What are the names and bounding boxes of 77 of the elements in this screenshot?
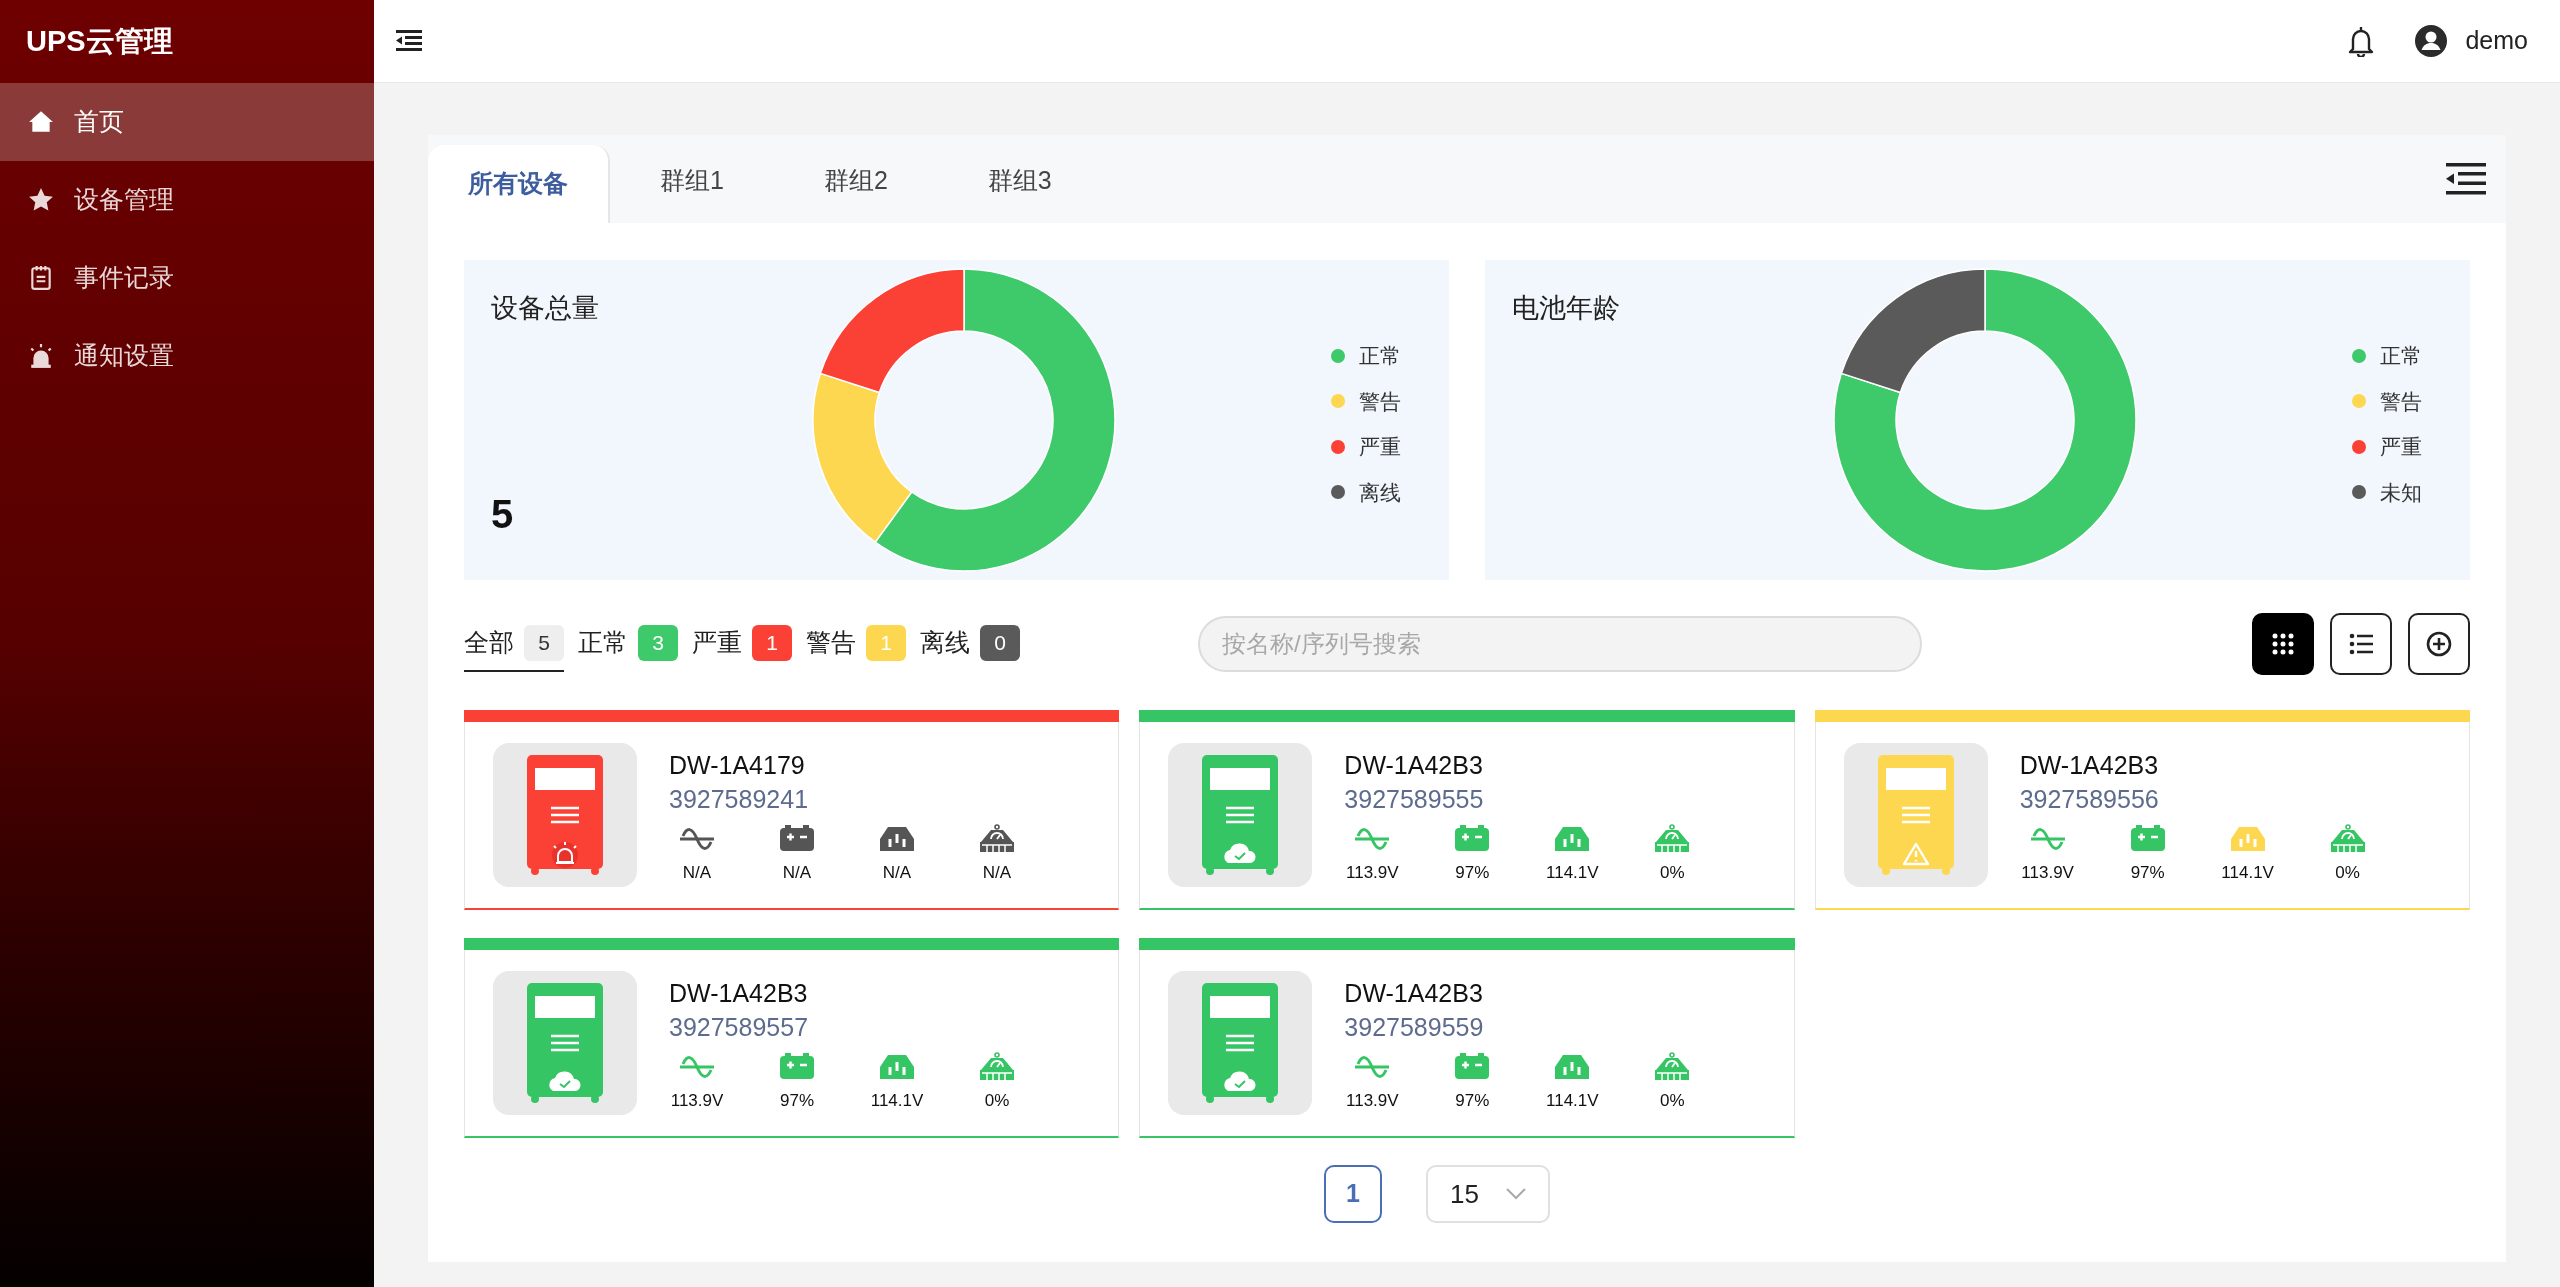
legend-label: 正常 [2380,343,2422,369]
filter-tab[interactable]: 离线 0 [920,616,1020,672]
metric-value: 0% [2335,862,2360,885]
legend-label: 严重 [1359,434,1401,460]
count-badge: 1 [866,625,906,661]
metric-value: 114.1V [870,1090,924,1113]
view-add-button[interactable] [2408,613,2470,675]
search-input[interactable]: 按名称/序列号搜索 [1222,626,1898,662]
metric-value: 114.1V [2221,862,2274,885]
chevron-down-icon [1506,1188,1526,1200]
metric-value: 113.9V [2021,862,2074,885]
total-count: 5 [491,491,515,538]
metric-value: N/A [782,862,812,885]
notification-bell-icon[interactable] [2347,25,2376,57]
star-icon [28,187,54,213]
device-name: DW-1A42B3 [1344,750,1484,782]
metric-value: N/A [882,862,912,885]
metric-value: 97% [2130,862,2165,885]
device-name: DW-1A42B3 [2019,750,2160,782]
sidebar-item[interactable]: 首页 [0,83,374,161]
metric-value: N/A [982,862,1012,885]
legend-label: 离线 [1359,479,1401,506]
metric-value: 114.1V [1546,1090,1599,1113]
legend-label: 未知 [2380,479,2422,506]
filter-tab[interactable]: 正常 3 [578,616,678,672]
serial-number: 3927589556 [2019,784,2160,816]
metric-value: 97% [1455,862,1490,885]
tab[interactable]: 所有设备 [428,145,610,223]
metric-value: 114.1V [1546,862,1599,885]
serial-number: 3927589557 [669,1012,810,1044]
count-badge: 1 [752,625,792,661]
tab[interactable]: 群组3 [937,145,1102,223]
serial-number: 3927589555 [1344,784,1485,816]
device-name: DW-1A42B3 [669,978,809,1010]
metric-value: 97% [1455,1090,1490,1113]
legend-label: 严重 [2380,434,2422,460]
filter-tab[interactable]: 严重 1 [692,616,792,672]
legend-label: 警告 [2380,388,2422,415]
metric-value: 97% [780,1090,814,1113]
metric-value: 0% [1660,1090,1685,1113]
filter-tab[interactable]: 全部 5 [464,616,564,672]
device-name: DW-1A42B3 [1344,978,1484,1010]
filter-tab[interactable]: 警告 1 [806,616,906,672]
alarm-light-icon [28,343,54,369]
metric-value: 113.9V [670,1090,724,1113]
user-avatar-icon[interactable] [2415,25,2448,57]
count-badge: 3 [638,625,678,661]
notepad-icon [28,265,54,291]
chart-title: 设备总量 [491,292,600,325]
app-title: UPS云管理 [26,23,173,59]
metric-value: 113.9V [1346,1090,1399,1113]
metric-value: 0% [984,1090,1010,1113]
sidebar-item[interactable]: 设备管理 [0,161,374,239]
user-name[interactable]: demo [2465,22,2528,60]
page-button[interactable]: 1 [1324,1165,1382,1223]
tab[interactable]: 群组1 [610,145,774,223]
metric-value: 0% [1660,862,1685,885]
count-badge: 0 [980,625,1020,661]
sidebar-item[interactable]: 通知设置 [0,317,374,395]
metric-value: N/A [682,862,712,885]
view-list-button[interactable] [2330,613,2392,675]
search-field[interactable]: 按名称/序列号搜索 [1198,616,1922,672]
metric-value: 113.9V [1346,862,1399,885]
chart-title: 电池年龄 [1512,292,1621,325]
view-grid-button[interactable] [2252,613,2314,675]
sidebar-item[interactable]: 事件记录 [0,239,374,317]
count-badge: 5 [524,625,564,661]
serial-number: 3927589559 [1344,1012,1485,1044]
add-icon [2425,630,2453,658]
collapse-menu-button[interactable] [2446,162,2486,196]
legend-label: 警告 [1359,388,1401,415]
page-size-select[interactable]: 15 [1426,1165,1550,1223]
device-name: DW-1A4179 [669,750,806,782]
serial-number: 3927589241 [669,784,810,816]
home-icon [28,109,54,135]
legend-label: 正常 [1359,343,1401,369]
tab[interactable]: 群组2 [773,145,938,223]
